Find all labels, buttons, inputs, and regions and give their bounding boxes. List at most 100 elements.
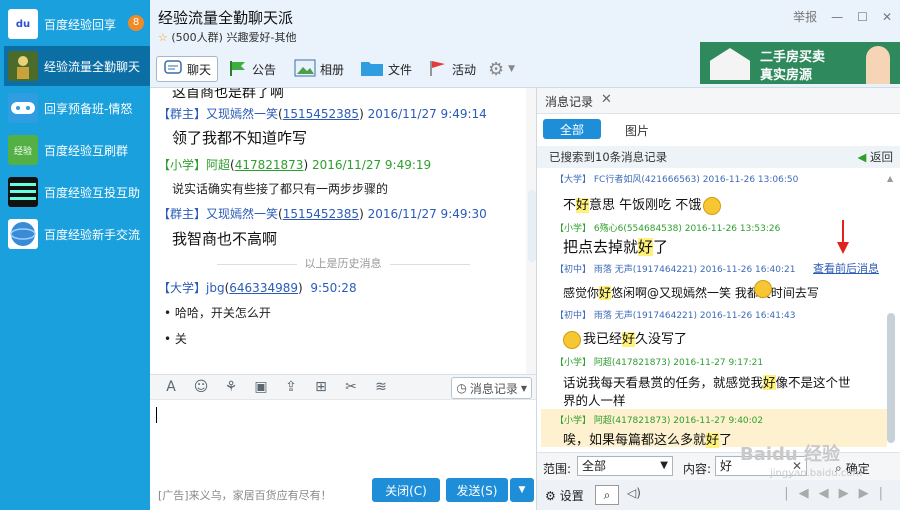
speaker-icon[interactable]: ◁): [627, 486, 641, 500]
message-header: 【群主】又现嫣然一笑(1515452385) 2016/11/27 9:49:3…: [158, 207, 487, 221]
sidebar-item-hutou[interactable]: 百度经验互投互助: [4, 172, 150, 212]
range-label: 范围:: [543, 462, 572, 476]
panel-scrollbar[interactable]: [887, 313, 895, 443]
settings-gear-button[interactable]: ⚙ ▼: [488, 56, 515, 82]
record-text: 不好意思 午饭刚吃 不饿: [563, 194, 723, 215]
font-icon[interactable]: A: [160, 379, 182, 395]
settings-button[interactable]: ⚙ 设置: [545, 487, 584, 504]
send-options-button[interactable]: ▼: [510, 478, 534, 502]
message-history-button[interactable]: ◷ 消息记录 ▼: [451, 377, 532, 399]
sidebar-item-liuliang-chat[interactable]: 经验流量全勤聊天: [4, 46, 150, 86]
close-button[interactable]: 关闭(C): [372, 478, 440, 502]
maximize-icon[interactable]: ☐: [857, 10, 868, 24]
content-value: 好: [720, 459, 733, 473]
scissors-icon[interactable]: ✂: [340, 379, 362, 395]
record-text-part: 意思 午饭刚吃 不饿: [589, 198, 702, 213]
jingyan-icon: 经验: [8, 135, 38, 165]
record-text-part: 我已经: [583, 332, 623, 347]
sender-name[interactable]: jbg: [206, 281, 225, 295]
sidebar-item-hushua[interactable]: 经验 百度经验互刷群: [4, 130, 150, 170]
highlight-keyword: 好: [706, 433, 720, 448]
emoji-icon[interactable]: ☺: [190, 379, 212, 395]
record-text-part: 话说我每天看悬赏的任务，就感觉我: [563, 375, 764, 390]
search-icon[interactable]: ⌕: [595, 485, 619, 505]
baidu-du-icon: du: [8, 9, 38, 39]
close-icon[interactable]: ✕: [601, 92, 612, 107]
window-controls: 举报 — ☐ ✕: [793, 8, 892, 25]
filter-all-button[interactable]: 全部: [543, 119, 601, 139]
member-level: 【小学】: [158, 158, 207, 172]
record-text: 把点去掉就好了: [563, 236, 668, 257]
see-context-link[interactable]: 查看前后消息: [813, 260, 879, 276]
tab-label: 公告: [252, 62, 277, 77]
group-title: 经验流量全勤聊天派: [158, 9, 294, 27]
image-icon[interactable]: ▣: [250, 379, 272, 395]
tab-activity[interactable]: 活动: [428, 56, 476, 82]
unread-badge: 8: [128, 15, 144, 31]
minimize-icon[interactable]: —: [831, 10, 843, 24]
sender-id-link[interactable]: 417821873: [235, 158, 304, 172]
highlight-keyword: 好: [622, 332, 636, 347]
sidebar-item-baidu-jingyan-huixiang[interactable]: du 百度经验回享 8: [4, 4, 150, 44]
message-input[interactable]: [150, 400, 536, 474]
range-select[interactable]: 全部 ▼: [577, 456, 673, 476]
sender-id-link[interactable]: 1515452385: [283, 207, 359, 221]
message-text: 关: [174, 332, 187, 346]
clock-icon: ◷: [456, 381, 467, 395]
history-separator-label: 以上是历史消息: [304, 257, 382, 270]
tab-files[interactable]: 文件: [360, 56, 412, 82]
message-text: 说实话确实有些接了都只有一两步步骤的: [172, 182, 389, 196]
message-line: • 关: [164, 332, 187, 346]
record-text: 感觉你好悠闲啊@又现嫣然一笑 我都没时间去写: [563, 284, 819, 301]
footer-ad-text[interactable]: [广告]来义乌，家居百货应有尽有！: [158, 487, 332, 503]
record-text: 界的人一样: [563, 393, 626, 408]
record-text-part: 了: [653, 238, 669, 256]
sender-id-link[interactable]: 1515452385: [283, 107, 359, 121]
sender-name[interactable]: 又现嫣然一笑: [206, 207, 278, 221]
record-header: 【初中】 雨落 无声(1917464221) 2016-11-26 16:41:…: [555, 311, 796, 321]
settings-label: 设置: [559, 489, 584, 503]
panel-collapse-handle[interactable]: [528, 190, 536, 262]
report-link[interactable]: 举报: [793, 8, 817, 25]
scroll-up-icon[interactable]: ▲: [887, 174, 895, 183]
message-text: 领了我都不知道咋写: [172, 129, 308, 147]
photo-icon: [294, 59, 316, 80]
record-header: 【小学】 6殇心6(554684538) 2016-11-26 13:53:26: [555, 224, 781, 234]
record-header: 【小学】 阿超(417821873) 2016-11-27 9:17:21: [555, 358, 764, 368]
sender-name[interactable]: 又现嫣然一笑: [206, 107, 278, 121]
tab-label: 相册: [320, 62, 345, 77]
tab-announcement[interactable]: 公告: [228, 56, 276, 82]
magic-icon[interactable]: ⚘: [220, 379, 242, 395]
back-button[interactable]: ◀ 返回: [857, 146, 893, 168]
record-text: 唉，如果每篇都这么多就好了: [563, 429, 732, 448]
sidebar-item-yubeiban[interactable]: 回享预备班-情怒: [4, 88, 150, 128]
record-text-part: 悠闲啊@又现嫣然一笑 我都没时间去写: [611, 286, 819, 300]
pager-controls[interactable]: |◀◀▶▶|: [784, 486, 893, 501]
message-time: 9:50:28: [310, 281, 357, 295]
filter-images-button[interactable]: 图片: [625, 122, 649, 139]
ad-banner[interactable]: 二手房买卖 真实房源: [700, 42, 900, 84]
tab-album[interactable]: 相册: [294, 56, 344, 82]
member-level: 【群主】: [158, 107, 207, 121]
panel-tab-title[interactable]: 消息记录: [545, 93, 593, 110]
tab-chat[interactable]: 聊天: [156, 56, 219, 82]
chevron-down-icon: ▼: [508, 64, 516, 74]
message-time: 2016/11/27 9:49:30: [367, 207, 487, 221]
record-header: 【初中】 雨落 无声(1917464221) 2016-11-26 16:40:…: [555, 265, 796, 275]
member-level: 【群主】: [158, 207, 207, 221]
sidebar-item-xinshou[interactable]: 百度经验新手交流: [4, 214, 150, 254]
record-text-part: 不: [563, 198, 577, 213]
panel-footer: ⚙ 设置 ⌕ ◁) |◀◀▶▶|: [537, 480, 900, 510]
gear-icon: ⚙: [488, 58, 505, 80]
grin-emoji-icon: [703, 196, 722, 215]
sender-id-link[interactable]: 646334989: [229, 281, 298, 295]
close-icon[interactable]: ✕: [882, 10, 892, 24]
chat-footer: [广告]来义乌，家居百货应有尽有！ 关闭(C) 发送(S) ▼: [150, 474, 536, 510]
laugh-emoji-icon: [563, 330, 581, 349]
sender-name[interactable]: 阿超: [206, 158, 230, 172]
shake-icon[interactable]: ≋: [370, 379, 392, 395]
send-button[interactable]: 发送(S): [446, 478, 508, 502]
tab-label: 活动: [452, 62, 477, 77]
upload-icon[interactable]: ⇪: [280, 379, 302, 395]
gift-icon[interactable]: ⊞: [310, 379, 332, 395]
